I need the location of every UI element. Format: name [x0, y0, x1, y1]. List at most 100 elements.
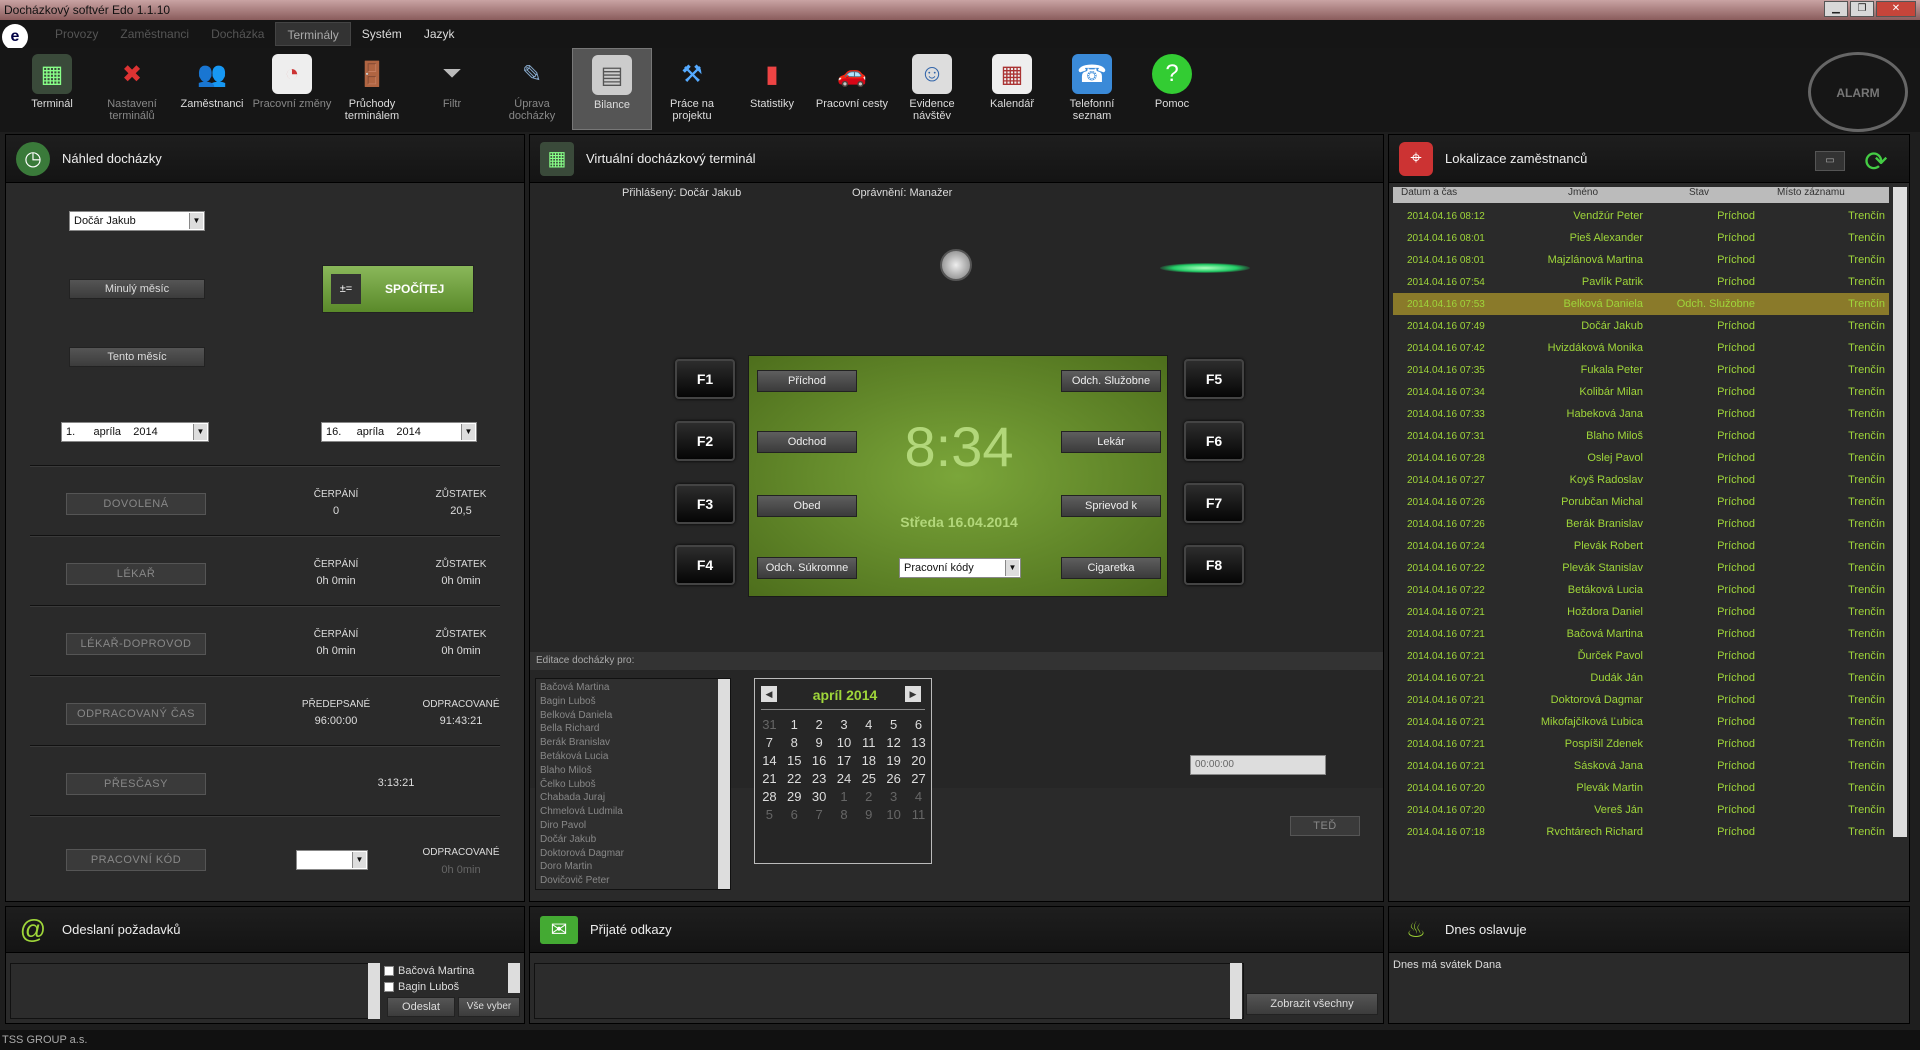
f1-key[interactable]: F1 — [675, 359, 735, 399]
cal-day[interactable]: 1 — [832, 787, 857, 805]
menu-provozy[interactable]: Provozy — [44, 22, 109, 46]
cal-day[interactable]: 26 — [881, 769, 906, 787]
show-all-button[interactable]: Zobrazit všechny — [1246, 993, 1378, 1015]
cal-day[interactable]: 21 — [757, 769, 782, 787]
list-item[interactable]: Diro Pavol — [540, 819, 726, 833]
list-item[interactable]: Betáková Lucia — [540, 750, 726, 764]
table-row[interactable]: 2014.04.16 07:34 Kolibár Milan Príchod Tren… — [1393, 381, 1889, 403]
next-month-arrow[interactable]: ▶ — [905, 686, 921, 702]
time-input[interactable]: 00:00:00 — [1190, 755, 1326, 775]
employee-list[interactable]: Bačová Martina Bagin Luboš Belková Danie… — [535, 678, 731, 890]
cal-day[interactable]: 25 — [856, 769, 881, 787]
col-name[interactable]: Jméno — [1497, 187, 1669, 203]
cal-day[interactable]: 30 — [807, 787, 832, 805]
cal-day[interactable]: 29 — [782, 787, 807, 805]
cal-day[interactable]: 31 — [757, 715, 782, 733]
table-row[interactable]: 2014.04.16 07:26 Porubčan Michal Príchod Tr… — [1393, 491, 1889, 513]
cal-day[interactable]: 13 — [906, 733, 931, 751]
table-row[interactable]: 2014.04.16 07:18 Rychtárech Richard Prícho… — [1393, 821, 1889, 835]
list-item[interactable]: Blaho Miloš — [540, 764, 726, 778]
scrollbar[interactable] — [1893, 187, 1907, 837]
list-item[interactable]: Bačová Martina — [540, 681, 726, 695]
cal-day[interactable]: 19 — [881, 751, 906, 769]
cal-day[interactable]: 6 — [782, 805, 807, 823]
list-item[interactable]: Berák Branislav — [540, 736, 726, 750]
toolbar-help[interactable]: ? Pomoc — [1132, 48, 1212, 130]
toolbar-phonebook[interactable]: ☎ Telefonní seznam — [1052, 48, 1132, 130]
cal-day[interactable]: 22 — [782, 769, 807, 787]
menu-zamestnanci[interactable]: Zaměstnanci — [109, 22, 200, 46]
prev-month-button[interactable]: Minulý měsíc — [69, 279, 205, 299]
table-row[interactable]: 2014.04.16 07:33 Habeková Jana Príchod Tren… — [1393, 403, 1889, 425]
date-to-select[interactable]: 16. apríla 2014 ▼ — [321, 422, 477, 442]
scrollbar[interactable] — [368, 963, 380, 1019]
f5-key[interactable]: F5 — [1184, 359, 1244, 399]
lunch-button[interactable]: Obed — [757, 495, 857, 517]
table-row[interactable]: 2014.04.16 07:21 Ďurček Pavol Príchod Trenč… — [1393, 645, 1889, 667]
cal-day[interactable]: 11 — [856, 733, 881, 751]
cal-day[interactable]: 12 — [881, 733, 906, 751]
table-row[interactable]: 2014.04.16 07:22 Plevák Stanislav Príchod T… — [1393, 557, 1889, 579]
this-month-button[interactable]: Tento měsíc — [69, 347, 205, 367]
cal-day[interactable]: 11 — [906, 805, 931, 823]
cal-day[interactable]: 5 — [757, 805, 782, 823]
minimize-button[interactable]: ▁ — [1824, 1, 1848, 17]
cigarette-button[interactable]: Cigaretka — [1061, 557, 1161, 579]
table-row[interactable]: 2014.04.16 07:49 Dočár Jakub Príchod Trenčí… — [1393, 315, 1889, 337]
cal-day[interactable]: 5 — [881, 715, 906, 733]
table-row[interactable]: 2014.04.16 07:28 Oslej Pavol Príchod Trenčí… — [1393, 447, 1889, 469]
table-row[interactable]: 2014.04.16 07:35 Fukala Peter Príchod Trenč… — [1393, 359, 1889, 381]
cal-day-today[interactable]: 16 — [807, 751, 832, 769]
cal-day[interactable]: 7 — [807, 805, 832, 823]
now-button[interactable]: TEĎ — [1290, 816, 1360, 836]
col-status[interactable]: Stav — [1669, 187, 1769, 203]
cal-day[interactable]: 3 — [881, 787, 906, 805]
recipient-item[interactable]: Bagin Luboš — [384, 979, 474, 995]
toolbar-filter[interactable]: ⏷ Filtr — [412, 48, 492, 130]
cal-day[interactable]: 8 — [832, 805, 857, 823]
work-codes-select[interactable]: Pracovní kódy ▼ — [899, 558, 1021, 578]
list-item[interactable]: Chabada Juraj — [540, 791, 726, 805]
select-all-button[interactable]: Vše vyber — [458, 997, 520, 1017]
menu-system[interactable]: Systém — [351, 22, 413, 46]
table-row[interactable]: 2014.04.16 07:20 Vereš Ján Príchod Trenčín — [1393, 799, 1889, 821]
f2-key[interactable]: F2 — [675, 421, 735, 461]
table-row[interactable]: 2014.04.16 07:42 Hvizdáková Monika Príchod… — [1393, 337, 1889, 359]
send-button[interactable]: Odeslat — [387, 997, 455, 1017]
table-row[interactable]: 2014.04.16 07:21 Pospíšil Zdenek Príchod Tr… — [1393, 733, 1889, 755]
toolbar-project-work[interactable]: ⚒ Práce na projektu — [652, 48, 732, 130]
checkbox[interactable] — [384, 966, 394, 976]
table-row[interactable]: 2014.04.16 07:22 Betáková Lucia Príchod Tre… — [1393, 579, 1889, 601]
cal-day[interactable]: 3 — [832, 715, 857, 733]
col-place[interactable]: Místo záznamu — [1769, 187, 1889, 203]
f3-key[interactable]: F3 — [675, 484, 735, 524]
business-leave-button[interactable]: Odch. Služobne — [1061, 370, 1161, 392]
toolbar-shifts[interactable]: ◔ Pracovní změny — [252, 48, 332, 130]
date-from-select[interactable]: 1. apríla 2014 ▼ — [61, 422, 209, 442]
list-item[interactable]: Chmelová Ludmila — [540, 805, 726, 819]
table-row[interactable]: 2014.04.16 07:27 Koyš Radoslav Príchod Tren… — [1393, 469, 1889, 491]
recipient-item[interactable]: Bačová Martina — [384, 963, 474, 979]
table-row[interactable]: 2014.04.16 07:54 Pavlík Patrik Príchod Tren… — [1393, 271, 1889, 293]
cal-day[interactable]: 8 — [782, 733, 807, 751]
cal-day[interactable]: 9 — [807, 733, 832, 751]
list-item[interactable]: Doktorová Dagmar — [540, 847, 726, 861]
toolbar-visitors[interactable]: ☺ Evidence návštěv — [892, 48, 972, 130]
list-item[interactable]: Dovičovič Peter — [540, 874, 726, 888]
cal-day[interactable]: 24 — [832, 769, 857, 787]
list-item[interactable]: Bagin Luboš — [540, 695, 726, 709]
maximize-button[interactable]: ❐ — [1850, 1, 1874, 17]
list-item[interactable]: Bella Richard — [540, 722, 726, 736]
scrollbar[interactable] — [1230, 963, 1242, 1019]
work-code-select[interactable]: ▼ — [296, 850, 368, 870]
scrollbar[interactable] — [718, 679, 730, 889]
menu-jazyk[interactable]: Jazyk — [413, 22, 466, 46]
cal-day[interactable]: 23 — [807, 769, 832, 787]
scrollbar[interactable] — [508, 963, 520, 993]
table-row[interactable]: 2014.04.16 07:21 Dudák Ján Príchod Trenčín — [1393, 667, 1889, 689]
toolbar-balance[interactable]: ▤ Bilance — [572, 48, 652, 130]
table-row[interactable]: 2014.04.16 08:01 Majzlánová Martina Prícho… — [1393, 249, 1889, 271]
toolbar-business-trips[interactable]: 🚗 Pracovní cesty — [812, 48, 892, 130]
cal-day[interactable]: 10 — [832, 733, 857, 751]
cal-day[interactable]: 7 — [757, 733, 782, 751]
